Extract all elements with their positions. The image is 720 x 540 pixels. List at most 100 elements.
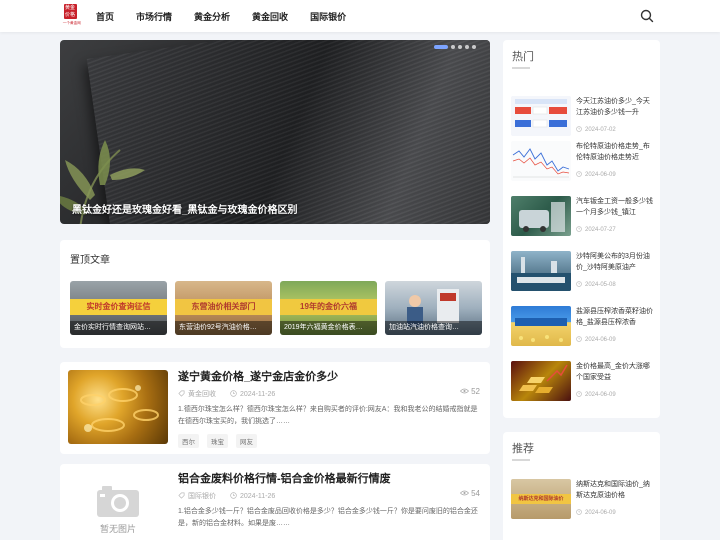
article-meta: 国际银价 2024-11-26	[178, 491, 275, 501]
hero-slider[interactable]: 黑钛金好还是玫瑰金好看_黑钛金与玫瑰金价格区别	[60, 40, 490, 224]
article-category[interactable]: 黄金回收	[188, 389, 216, 399]
tag[interactable]: 西尔	[178, 434, 199, 448]
sidebar-rec-heading: 推荐	[512, 443, 534, 455]
camera-icon	[97, 485, 139, 517]
sidebar-item[interactable]: 汽车钣金工资一般多少钱一个月多少钱_镇江 2024-07-27	[511, 196, 653, 236]
nav-gold-analysis[interactable]: 黄金分析	[194, 10, 230, 23]
pinned-item[interactable]: 东营油价相关部门 东营油价92号汽油价格…	[175, 281, 272, 335]
pinned-banner: 实时金价查询征信	[70, 299, 167, 315]
saudi-aramco-illustration	[511, 257, 571, 291]
clock-icon	[576, 126, 582, 134]
clock-icon	[576, 226, 582, 234]
pinned-heading: 置顶文章	[70, 255, 110, 266]
article-views: 54	[460, 489, 480, 498]
sidebar-item-title: 布伦特原油价格走势_布伦特原油价格走势近	[576, 143, 650, 161]
slider-dot-1[interactable]	[434, 45, 448, 49]
slider-dot-4[interactable]	[465, 45, 469, 49]
main-nav: 首页 市场行情 黄金分析 黄金回收 国际银价	[96, 0, 368, 32]
no-image-placeholder: 暂无图片	[68, 472, 168, 540]
tag[interactable]: 珠宝	[207, 434, 228, 448]
date-text: 2024-06-09	[585, 392, 616, 398]
sidebar-hot: 热门 今天江苏油价多少_今天江苏油价多少钱一升 2024-07-02 布伦特原油…	[503, 40, 660, 418]
logo-subtitle: 一个黄金网	[62, 20, 81, 25]
logo-text-bottom: 价格	[64, 12, 75, 18]
pinned-caption: 东营油价92号汽油价格…	[175, 321, 272, 335]
article-thumbnail[interactable]	[68, 370, 168, 444]
sidebar-thumb	[511, 141, 571, 181]
logo-text-top: 黄金	[64, 5, 75, 11]
canola-field-illustration	[515, 318, 567, 342]
article-title[interactable]: 铝合金废料价格行情-铝合金价格最新行情废	[178, 470, 391, 486]
views-count: 54	[471, 489, 480, 498]
clock-icon	[576, 281, 582, 289]
sidebar-item-date: 2024-06-09	[576, 509, 616, 517]
article-title[interactable]: 遂宁黄金价格_遂宁金店金价多少	[178, 368, 338, 384]
pinned-thumbs: 实时金价查询征信 金价实时行情查询网站… 东营油价相关部门 东营油价92号汽油价…	[70, 281, 482, 335]
workshop-illustration	[519, 202, 565, 232]
sidebar-item-title: 盐源县压榨浓香菜籽油价格_盐源县压榨浓香	[576, 308, 653, 326]
sidebar-item-title: 纳斯达克和国际油价_纳斯达克原油价格	[576, 481, 650, 499]
sidebar-thumb	[511, 361, 571, 401]
site-header: 黄金 价格 一个黄金网 首页 市场行情 黄金分析 黄金回收 国际银价	[0, 0, 720, 32]
sidebar-thumb	[511, 251, 571, 291]
sidebar-item-date: 2024-07-02	[576, 126, 616, 134]
clock-icon	[576, 509, 582, 517]
pinned-articles: 置顶文章 实时金价查询征信 金价实时行情查询网站… 东营油价相关部门 东营油价9…	[60, 240, 490, 348]
tag[interactable]: 网友	[236, 434, 257, 448]
clock-icon	[230, 491, 237, 501]
line-chart-illustration	[512, 148, 570, 178]
sidebar-item-date: 2024-07-27	[576, 226, 616, 234]
clock-icon	[576, 391, 582, 399]
sidebar-item-title: 汽车钣金工资一般多少钱一个月多少钱_镇江	[576, 198, 653, 216]
sidebar-item[interactable]: 沙特阿美公布的3月份油价_沙特阿美原油产 2024-05-08	[511, 251, 653, 291]
article-date: 2024-11-26	[240, 390, 276, 398]
clock-icon	[576, 171, 582, 179]
pinned-caption: 金价实时行情查询网站…	[70, 321, 167, 335]
article-card: 暂无图片 铝合金废料价格行情-铝合金价格最新行情废 国际银价 2024-11-2…	[60, 464, 490, 540]
nav-market[interactable]: 市场行情	[136, 10, 172, 23]
article-category[interactable]: 国际银价	[188, 491, 216, 501]
gold-jewelry-illustration	[80, 385, 159, 432]
slider-dot-5[interactable]	[472, 45, 476, 49]
sidebar-item-date: 2024-06-09	[576, 336, 616, 344]
eye-icon	[460, 387, 470, 396]
pinned-item[interactable]: 加油站汽油价格查询…	[385, 281, 482, 335]
article-excerpt: 1.铝合金多少钱一斤？铝合金废品回收价格是多少？铝合金多少钱一斤？你是要问废旧的…	[178, 508, 478, 527]
hero-caption[interactable]: 黑钛金好还是玫瑰金好看_黑钛金与玫瑰金价格区别	[72, 201, 298, 216]
date-text: 2024-07-02	[585, 127, 616, 133]
article-thumbnail[interactable]: 暂无图片	[68, 472, 168, 540]
price-table-illustration	[515, 99, 567, 128]
logo-seal: 黄金 价格	[63, 4, 77, 19]
date-text: 2024-06-09	[585, 337, 616, 343]
sidebar-item[interactable]: 今天江苏油价多少_今天江苏油价多少钱一升 2024-07-02	[511, 96, 653, 136]
heading-underline	[512, 67, 530, 69]
no-image-label: 暂无图片	[99, 523, 136, 534]
sidebar-item-title: 今天江苏油价多少_今天江苏油价多少钱一升	[576, 98, 650, 116]
slider-dot-2[interactable]	[451, 45, 455, 49]
sidebar-thumb-banner: 纳斯达克和国际油价	[511, 494, 571, 504]
sidebar-thumb	[511, 196, 571, 236]
sidebar-item[interactable]: 纳斯达克和国际油价 纳斯达克和国际油价_纳斯达克原油价格 2024-06-09	[511, 479, 653, 519]
nav-home[interactable]: 首页	[96, 10, 114, 23]
article-meta: 黄金回收 2024-11-26	[178, 389, 275, 399]
pinned-banner: 东营油价相关部门	[175, 299, 272, 315]
nav-silver-price[interactable]: 国际银价	[310, 10, 346, 23]
nav-gold-recycling[interactable]: 黄金回收	[252, 10, 288, 23]
site-logo[interactable]: 黄金 价格 一个黄金网	[62, 4, 81, 28]
pinned-item[interactable]: 实时金价查询征信 金价实时行情查询网站…	[70, 281, 167, 335]
eye-icon	[460, 489, 470, 498]
clock-icon	[230, 389, 237, 399]
pinned-caption: 2019年六福黄金价格表…	[280, 321, 377, 335]
clock-icon	[576, 336, 582, 344]
slider-dot-3[interactable]	[458, 45, 462, 49]
category-icon	[178, 492, 185, 501]
search-icon[interactable]	[640, 9, 654, 23]
sidebar-thumb	[511, 96, 571, 136]
article-excerpt: 1.德西尔珠宝怎么样？德西尔珠宝怎么样？来自购买者的评价:网友A：我和我老公的结…	[178, 406, 478, 425]
sidebar-item[interactable]: 金价格最高_金价大涨哪个国家受益 2024-06-09	[511, 361, 653, 401]
sidebar-item-date: 2024-06-09	[576, 171, 616, 179]
sidebar-item-title: 金价格最高_金价大涨哪个国家受益	[576, 363, 650, 381]
sidebar-item[interactable]: 布伦特原油价格走势_布伦特原油价格走势近 2024-06-09	[511, 141, 653, 181]
sidebar-item[interactable]: 盐源县压榨浓香菜籽油价格_盐源县压榨浓香 2024-06-09	[511, 306, 653, 346]
pinned-item[interactable]: 19年的金价六福 2019年六福黄金价格表…	[280, 281, 377, 335]
